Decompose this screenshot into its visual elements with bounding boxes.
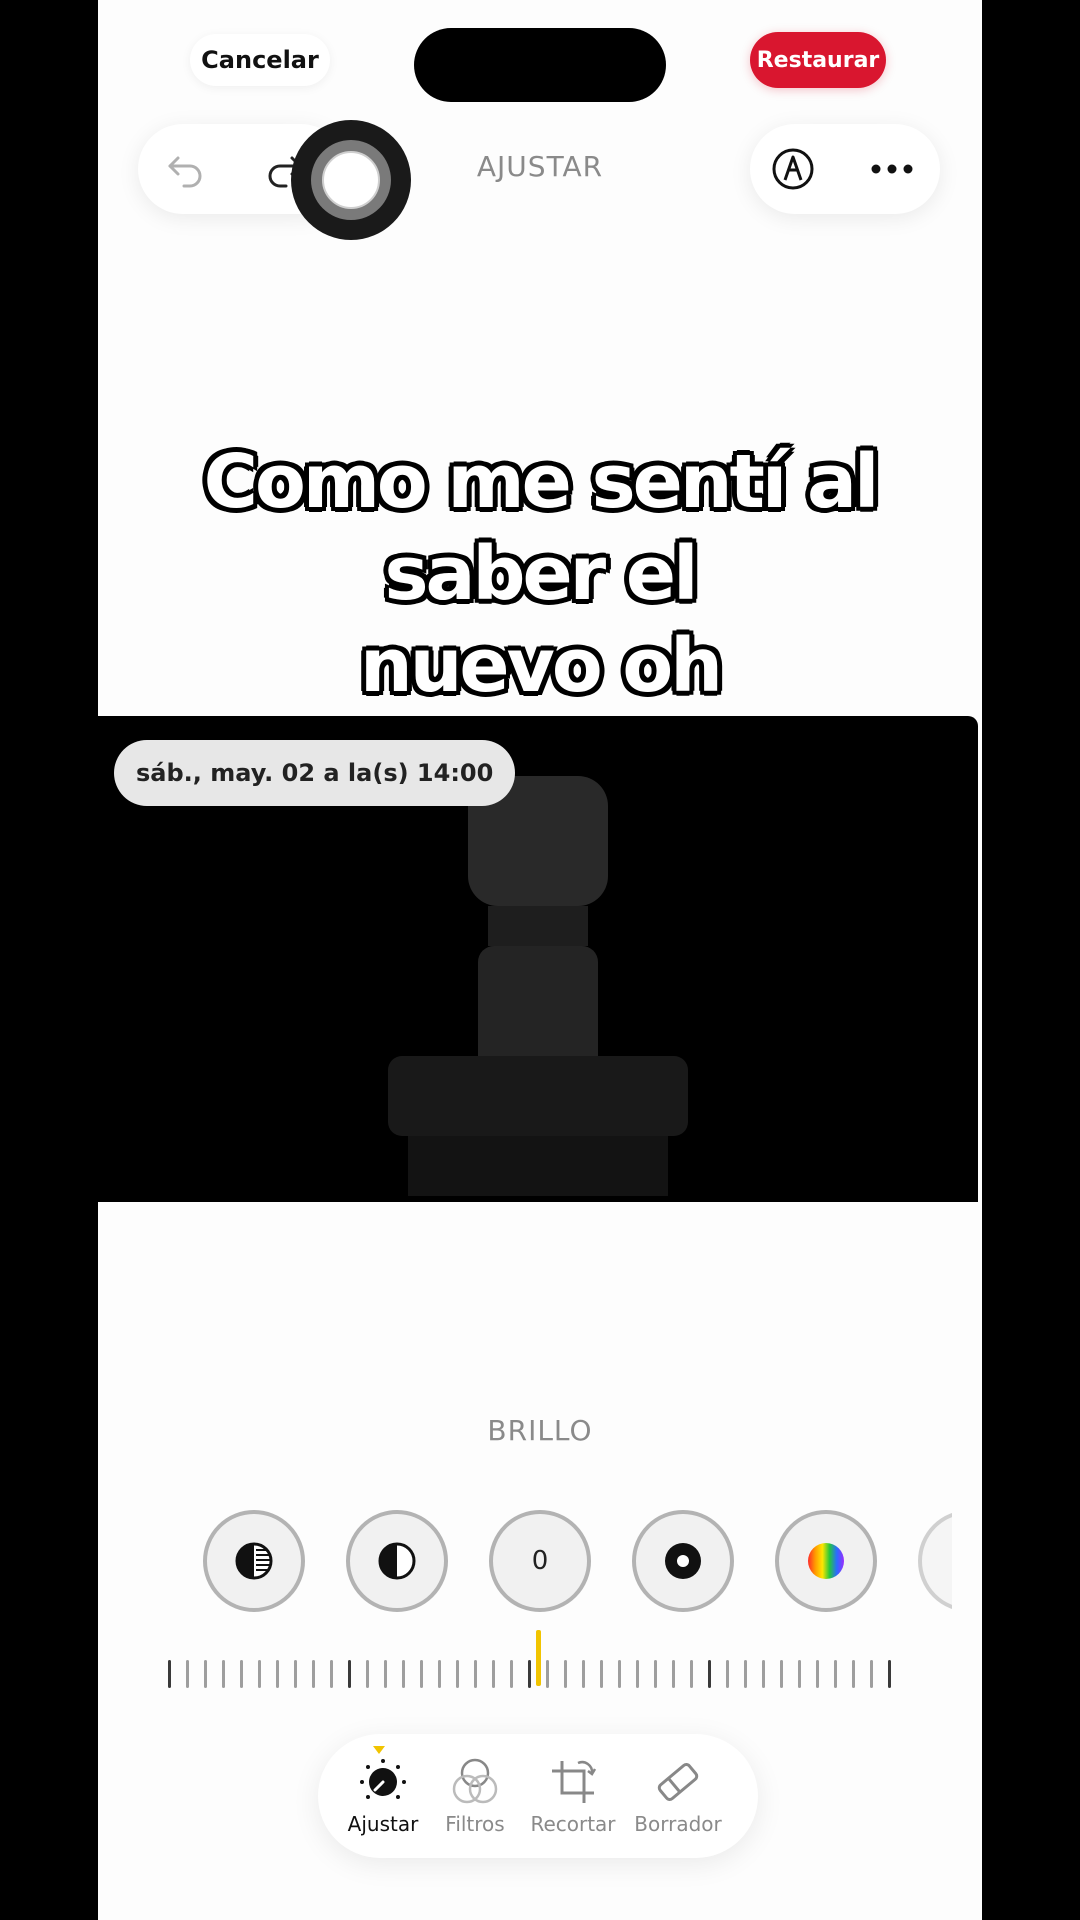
brightness-value: 0 [531,1546,549,1576]
ruler-tick [294,1660,297,1688]
ruler-tick [600,1660,603,1688]
tab-recortar[interactable]: Recortar [528,1756,618,1846]
dynamic-island [414,28,666,102]
ruler-tick [834,1660,837,1688]
overlay-caption: Como me sentí al saber el nuevo oh [98,436,982,712]
tab-borrador[interactable]: Borrador [628,1756,728,1846]
ruler-tick [690,1660,693,1688]
ruler-tick [708,1660,711,1688]
active-tab-indicator [373,1746,385,1754]
dark-figure-image [388,776,688,1196]
ruler-tick [330,1660,333,1688]
ruler-tick [546,1660,549,1688]
ruler-tick [852,1660,855,1688]
ruler-tick [528,1660,531,1688]
date-chip: sáb., may. 02 a la(s) 14:00 [114,740,516,806]
adjust-tool-label: BRILLO [487,1414,593,1447]
edge-fade-left [98,1500,128,1624]
photo-preview[interactable]: sáb., may. 02 a la(s) 14:00 [98,716,978,1202]
contrast-icon [378,1542,416,1580]
ruler-tick [618,1660,621,1688]
tab-label: Ajustar [347,1812,419,1836]
slider-position-marker[interactable] [536,1630,541,1686]
contrast-tool[interactable] [346,1510,448,1612]
ruler-tick [438,1660,441,1688]
more-options-icon[interactable] [862,144,922,194]
ruler-tick [888,1660,891,1688]
markup-pen-icon[interactable] [768,144,818,194]
ruler-tick [384,1660,387,1688]
undo-icon[interactable] [160,144,212,196]
adjust-dial-icon [356,1756,410,1808]
saturation-tool[interactable] [775,1510,877,1612]
tab-ajustar[interactable]: Ajustar [346,1756,420,1846]
eraser-icon [651,1756,705,1808]
ruler-tick [870,1660,873,1688]
tab-filtros[interactable]: Filtros [438,1756,512,1846]
ruler-tick [744,1660,747,1688]
exposure-tool[interactable] [203,1510,305,1612]
ruler-tick [168,1660,171,1688]
ruler-tick [474,1660,477,1688]
ruler-tick [762,1660,765,1688]
tab-label: Filtros [445,1812,505,1836]
brightness-tool[interactable]: 0 [489,1510,591,1612]
ruler-tick [276,1660,279,1688]
edit-tab-bar: Ajustar Filtros Recortar Borrador [318,1734,758,1858]
ruler-tick [798,1660,801,1688]
ruler-tick [186,1660,189,1688]
mode-title: AJUSTAR [476,150,604,183]
filters-icon [448,1756,502,1808]
ruler-tick [312,1660,315,1688]
ruler-tick [402,1660,405,1688]
phone-stage: Cancelar Restaurar AJUSTAR Como me sentí… [0,0,1080,1920]
ruler-tick [636,1660,639,1688]
photo-editor-screen: Cancelar Restaurar AJUSTAR Como me sentí… [98,0,982,1920]
ruler-tick [222,1660,225,1688]
ruler-tick [258,1660,261,1688]
black-point-icon [665,1543,701,1579]
ruler-tick [366,1660,369,1688]
cancel-button[interactable]: Cancelar [190,34,330,86]
ruler-tick [492,1660,495,1688]
ruler-tick [510,1660,513,1688]
tab-label: Borrador [634,1812,722,1836]
ruler-tick [348,1660,351,1688]
ruler-tick [582,1660,585,1688]
saturation-icon [808,1543,844,1579]
ruler-tick [780,1660,783,1688]
exposure-icon [235,1542,273,1580]
ruler-tick [420,1660,423,1688]
markup-more-group [750,124,940,214]
edge-fade-right [952,1500,982,1624]
caption-line-2: nuevo oh [360,623,723,709]
touch-indicator-icon [291,120,411,240]
ruler-tick [240,1660,243,1688]
ruler-tick [654,1660,657,1688]
crop-icon [546,1756,600,1808]
ruler-tick [726,1660,729,1688]
black-point-tool[interactable] [632,1510,734,1612]
ruler-tick [456,1660,459,1688]
restore-button[interactable]: Restaurar [750,32,886,88]
ruler-tick [816,1660,819,1688]
tab-label: Recortar [530,1812,616,1836]
caption-line-1: Como me sentí al saber el [203,439,880,617]
ruler-tick [564,1660,567,1688]
ruler-tick [672,1660,675,1688]
ruler-tick [204,1660,207,1688]
